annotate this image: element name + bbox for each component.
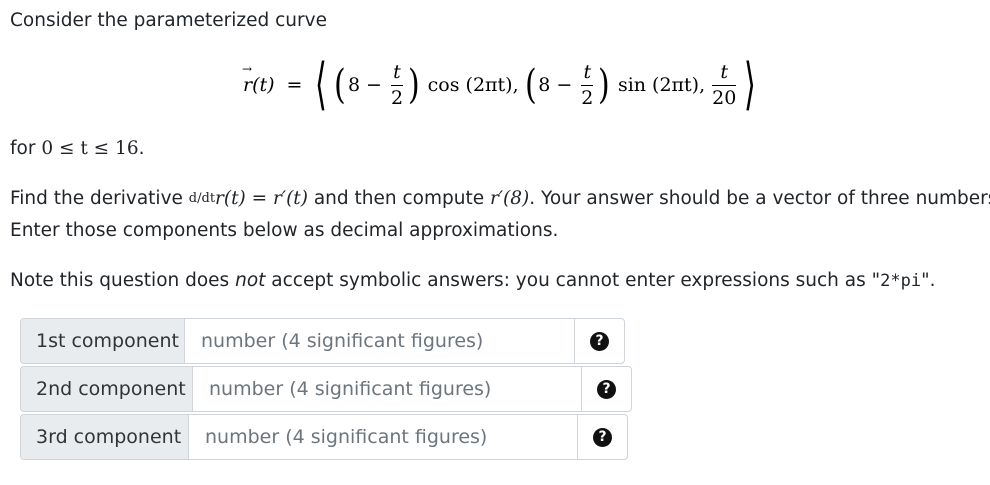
input-label-3: 3rd component — [21, 415, 189, 459]
domain-expr: 0 ≤ t ≤ 16 — [41, 138, 139, 159]
fraction-t-over-2a: t2 — [390, 60, 404, 109]
eval-expr: r′(8) — [490, 188, 530, 209]
help-button-2[interactable]: ? — [581, 367, 631, 411]
question-circle-icon: ? — [590, 331, 609, 351]
help-button-3[interactable]: ? — [577, 415, 627, 459]
question-circle-icon: ? — [593, 427, 612, 447]
curve-equation: r(t) = ⟨ ( 8 − t2 ) cos (2πt), ( 8 − t2 … — [242, 50, 761, 120]
fraction-t-over-2b: t2 — [581, 60, 594, 109]
input-group-3: 3rd component ? — [20, 414, 628, 460]
component-2-input[interactable] — [193, 367, 581, 411]
note-code: 2*pi — [880, 271, 922, 291]
input-label-2: 2nd component — [21, 367, 193, 411]
cos-term: cos (2πt), — [427, 74, 519, 96]
derivative-expr: r(t) = r′(t) — [215, 188, 308, 209]
term1-const: 8 — [347, 74, 361, 96]
right-paren-1: ) — [407, 62, 420, 108]
domain-line: for 0 ≤ t ≤ 16. — [10, 138, 145, 159]
note-text: Note this question does not accept symbo… — [10, 270, 936, 291]
input-group-1: 1st component ? — [20, 318, 625, 364]
question-circle-icon: ? — [597, 379, 616, 399]
sin-term: sin (2πt), — [617, 74, 706, 96]
term1-minus: − — [366, 74, 382, 96]
instructions-line2: Enter those components below as decimal … — [10, 220, 559, 241]
fraction-t-over-20: t 20 — [712, 60, 737, 109]
right-paren-2: ) — [598, 62, 610, 108]
right-angle-bracket: ⟩ — [744, 52, 757, 117]
component-1-input[interactable] — [185, 319, 574, 363]
left-paren-2: ( — [524, 62, 537, 108]
eq-equals: = — [286, 74, 303, 96]
input-group-2: 2nd component ? — [20, 366, 632, 412]
note-emphasis: not — [235, 270, 266, 291]
term2-const: 8 — [538, 74, 551, 96]
derivative-operator: d/dt — [188, 191, 216, 206]
intro-text: Consider the parameterized curve — [10, 10, 327, 31]
left-paren-1: ( — [334, 62, 346, 108]
left-angle-bracket: ⟨ — [315, 52, 328, 117]
help-button-1[interactable]: ? — [574, 319, 624, 363]
input-label-1: 1st component — [21, 319, 185, 363]
instructions-line1: Find the derivative d/dtr(t) = r′(t) and… — [10, 188, 990, 209]
term2-minus: − — [556, 74, 573, 96]
component-3-input[interactable] — [189, 415, 577, 459]
eq-lhs: r(t) — [242, 62, 275, 96]
